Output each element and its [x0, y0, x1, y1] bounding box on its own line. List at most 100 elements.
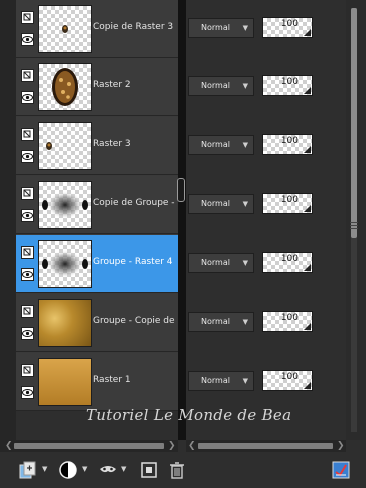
- layer-name: Raster 1: [93, 375, 131, 385]
- layer-visibility-toggle-icon[interactable]: [21, 305, 34, 318]
- layers-palette: Copie de Raster 3 Raster 2 Raster 3 Copi…: [0, 0, 366, 488]
- layer-thumbnail[interactable]: [38, 240, 92, 288]
- blend-mode-value: Normal: [201, 199, 230, 208]
- scroll-left-arrow-icon[interactable]: ❮: [188, 440, 196, 452]
- blend-mode-value: Normal: [201, 23, 230, 32]
- opacity-field[interactable]: 100: [262, 134, 313, 155]
- blend-mode-dropdown[interactable]: Normal ▼: [188, 253, 254, 273]
- blend-mode-dropdown[interactable]: Normal ▼: [188, 312, 254, 332]
- link-icon[interactable]: [331, 460, 351, 480]
- eye-icon[interactable]: [21, 386, 34, 399]
- blend-mode-value: Normal: [201, 376, 230, 385]
- property-row: Normal ▼ 100: [186, 353, 346, 411]
- blend-icon[interactable]: [98, 460, 118, 480]
- scroll-right-arrow-icon[interactable]: ❯: [337, 440, 345, 452]
- opacity-slider-corner-icon: [304, 87, 311, 94]
- opacity-slider-corner-icon: [304, 29, 311, 36]
- layer-thumbnail[interactable]: [38, 299, 92, 347]
- layer-row[interactable]: Raster 2: [16, 58, 178, 116]
- layer-row[interactable]: Raster 3: [16, 117, 178, 175]
- chevron-down-icon[interactable]: ▼: [121, 465, 126, 473]
- new-layer-icon[interactable]: [18, 460, 38, 480]
- grip-line: [350, 228, 358, 229]
- opacity-slider-corner-icon: [304, 205, 311, 212]
- opacity-slider-corner-icon: [304, 264, 311, 271]
- layer-visibility-toggle-icon[interactable]: [21, 246, 34, 259]
- blend-mode-dropdown[interactable]: Normal ▼: [188, 371, 254, 391]
- opacity-field[interactable]: 100: [262, 252, 313, 273]
- layer-thumbnail[interactable]: [38, 63, 92, 111]
- blend-mode-dropdown[interactable]: Normal ▼: [188, 135, 254, 155]
- layer-row[interactable]: Groupe - Copie de Raster 1: [16, 294, 178, 352]
- property-row: Normal ▼ 100: [186, 176, 346, 234]
- opacity-field[interactable]: 100: [262, 311, 313, 332]
- opacity-field[interactable]: 100: [262, 75, 313, 96]
- opacity-slider-corner-icon: [304, 382, 311, 389]
- layer-list: Copie de Raster 3 Raster 2 Raster 3 Copi…: [16, 0, 178, 411]
- layer-name: Copie de Raster 3: [93, 22, 174, 32]
- chevron-down-icon: ▼: [242, 377, 248, 385]
- merge-icon[interactable]: [139, 460, 159, 480]
- chevron-down-icon: ▼: [242, 141, 248, 149]
- property-row: Normal ▼ 100: [186, 117, 346, 175]
- eye-icon[interactable]: [21, 91, 34, 104]
- vertical-scrollbar[interactable]: [346, 0, 366, 440]
- blend-mode-dropdown[interactable]: Normal ▼: [188, 18, 254, 38]
- chevron-down-icon: ▼: [242, 200, 248, 208]
- property-row: Normal ▼ 100: [186, 235, 346, 293]
- property-row: Normal ▼ 100: [186, 58, 346, 116]
- layer-properties: Normal ▼ 100 Normal ▼ 100 Normal ▼ 100 Norm…: [186, 0, 346, 440]
- horizontal-scrollbar-left[interactable]: ❮ ❯: [0, 440, 178, 452]
- layer-name: Groupe - Raster 4: [93, 257, 173, 267]
- horizontal-scrollbar-right[interactable]: ❮ ❯: [186, 440, 346, 452]
- property-row: Normal ▼ 100: [186, 0, 346, 58]
- opacity-value: 100: [280, 136, 298, 146]
- layer-visibility-toggle-icon[interactable]: [21, 128, 34, 141]
- layer-visibility-toggle-icon[interactable]: [21, 364, 34, 377]
- layer-thumbnail[interactable]: [38, 181, 92, 229]
- scrollbar-thumb[interactable]: [14, 443, 164, 449]
- layer-name: Raster 3: [93, 139, 131, 149]
- pane-splitter-handle[interactable]: [177, 178, 185, 202]
- chevron-down-icon: ▼: [242, 318, 248, 326]
- eye-icon[interactable]: [21, 268, 34, 281]
- grip-line: [350, 222, 358, 223]
- layer-visibility-toggle-icon[interactable]: [21, 187, 34, 200]
- eye-icon[interactable]: [21, 33, 34, 46]
- delete-icon[interactable]: [167, 460, 187, 480]
- opacity-field[interactable]: 100: [262, 193, 313, 214]
- chevron-down-icon[interactable]: ▼: [42, 465, 47, 473]
- layer-thumbnail[interactable]: [38, 122, 92, 170]
- layers-toolbar: ▼ ▼ ▼: [0, 452, 366, 488]
- layer-name: Raster 2: [93, 80, 131, 90]
- layer-row-selected[interactable]: Groupe - Raster 4: [16, 235, 178, 293]
- layer-visibility-toggle-icon[interactable]: [21, 11, 34, 24]
- layer-name: Copie de Groupe - Raster 4: [93, 198, 178, 208]
- eye-icon[interactable]: [21, 327, 34, 340]
- layer-visibility-toggle-icon[interactable]: [21, 69, 34, 82]
- opacity-value: 100: [280, 313, 298, 323]
- chevron-down-icon: ▼: [242, 82, 248, 90]
- opacity-value: 100: [280, 254, 298, 264]
- scroll-left-arrow-icon[interactable]: ❮: [5, 440, 13, 452]
- scrollbar-thumb[interactable]: [198, 443, 333, 449]
- blend-mode-dropdown[interactable]: Normal ▼: [188, 194, 254, 214]
- mask-icon[interactable]: [58, 460, 78, 480]
- blend-mode-dropdown[interactable]: Normal ▼: [188, 76, 254, 96]
- layer-row[interactable]: Raster 1: [16, 353, 178, 411]
- chevron-down-icon: ▼: [242, 259, 248, 267]
- eye-icon[interactable]: [21, 150, 34, 163]
- layer-thumbnail[interactable]: [38, 358, 92, 406]
- chevron-down-icon[interactable]: ▼: [82, 465, 87, 473]
- pane-divider: [178, 0, 186, 440]
- blend-mode-value: Normal: [201, 140, 230, 149]
- scroll-right-arrow-icon[interactable]: ❯: [168, 440, 176, 452]
- scrollbar-thumb[interactable]: [351, 8, 357, 238]
- opacity-field[interactable]: 100: [262, 370, 313, 391]
- eye-icon[interactable]: [21, 209, 34, 222]
- layer-row[interactable]: Copie de Groupe - Raster 4: [16, 176, 178, 234]
- opacity-value: 100: [280, 19, 298, 29]
- layer-row[interactable]: Copie de Raster 3: [16, 0, 178, 58]
- opacity-field[interactable]: 100: [262, 17, 313, 38]
- layer-thumbnail[interactable]: [38, 5, 92, 53]
